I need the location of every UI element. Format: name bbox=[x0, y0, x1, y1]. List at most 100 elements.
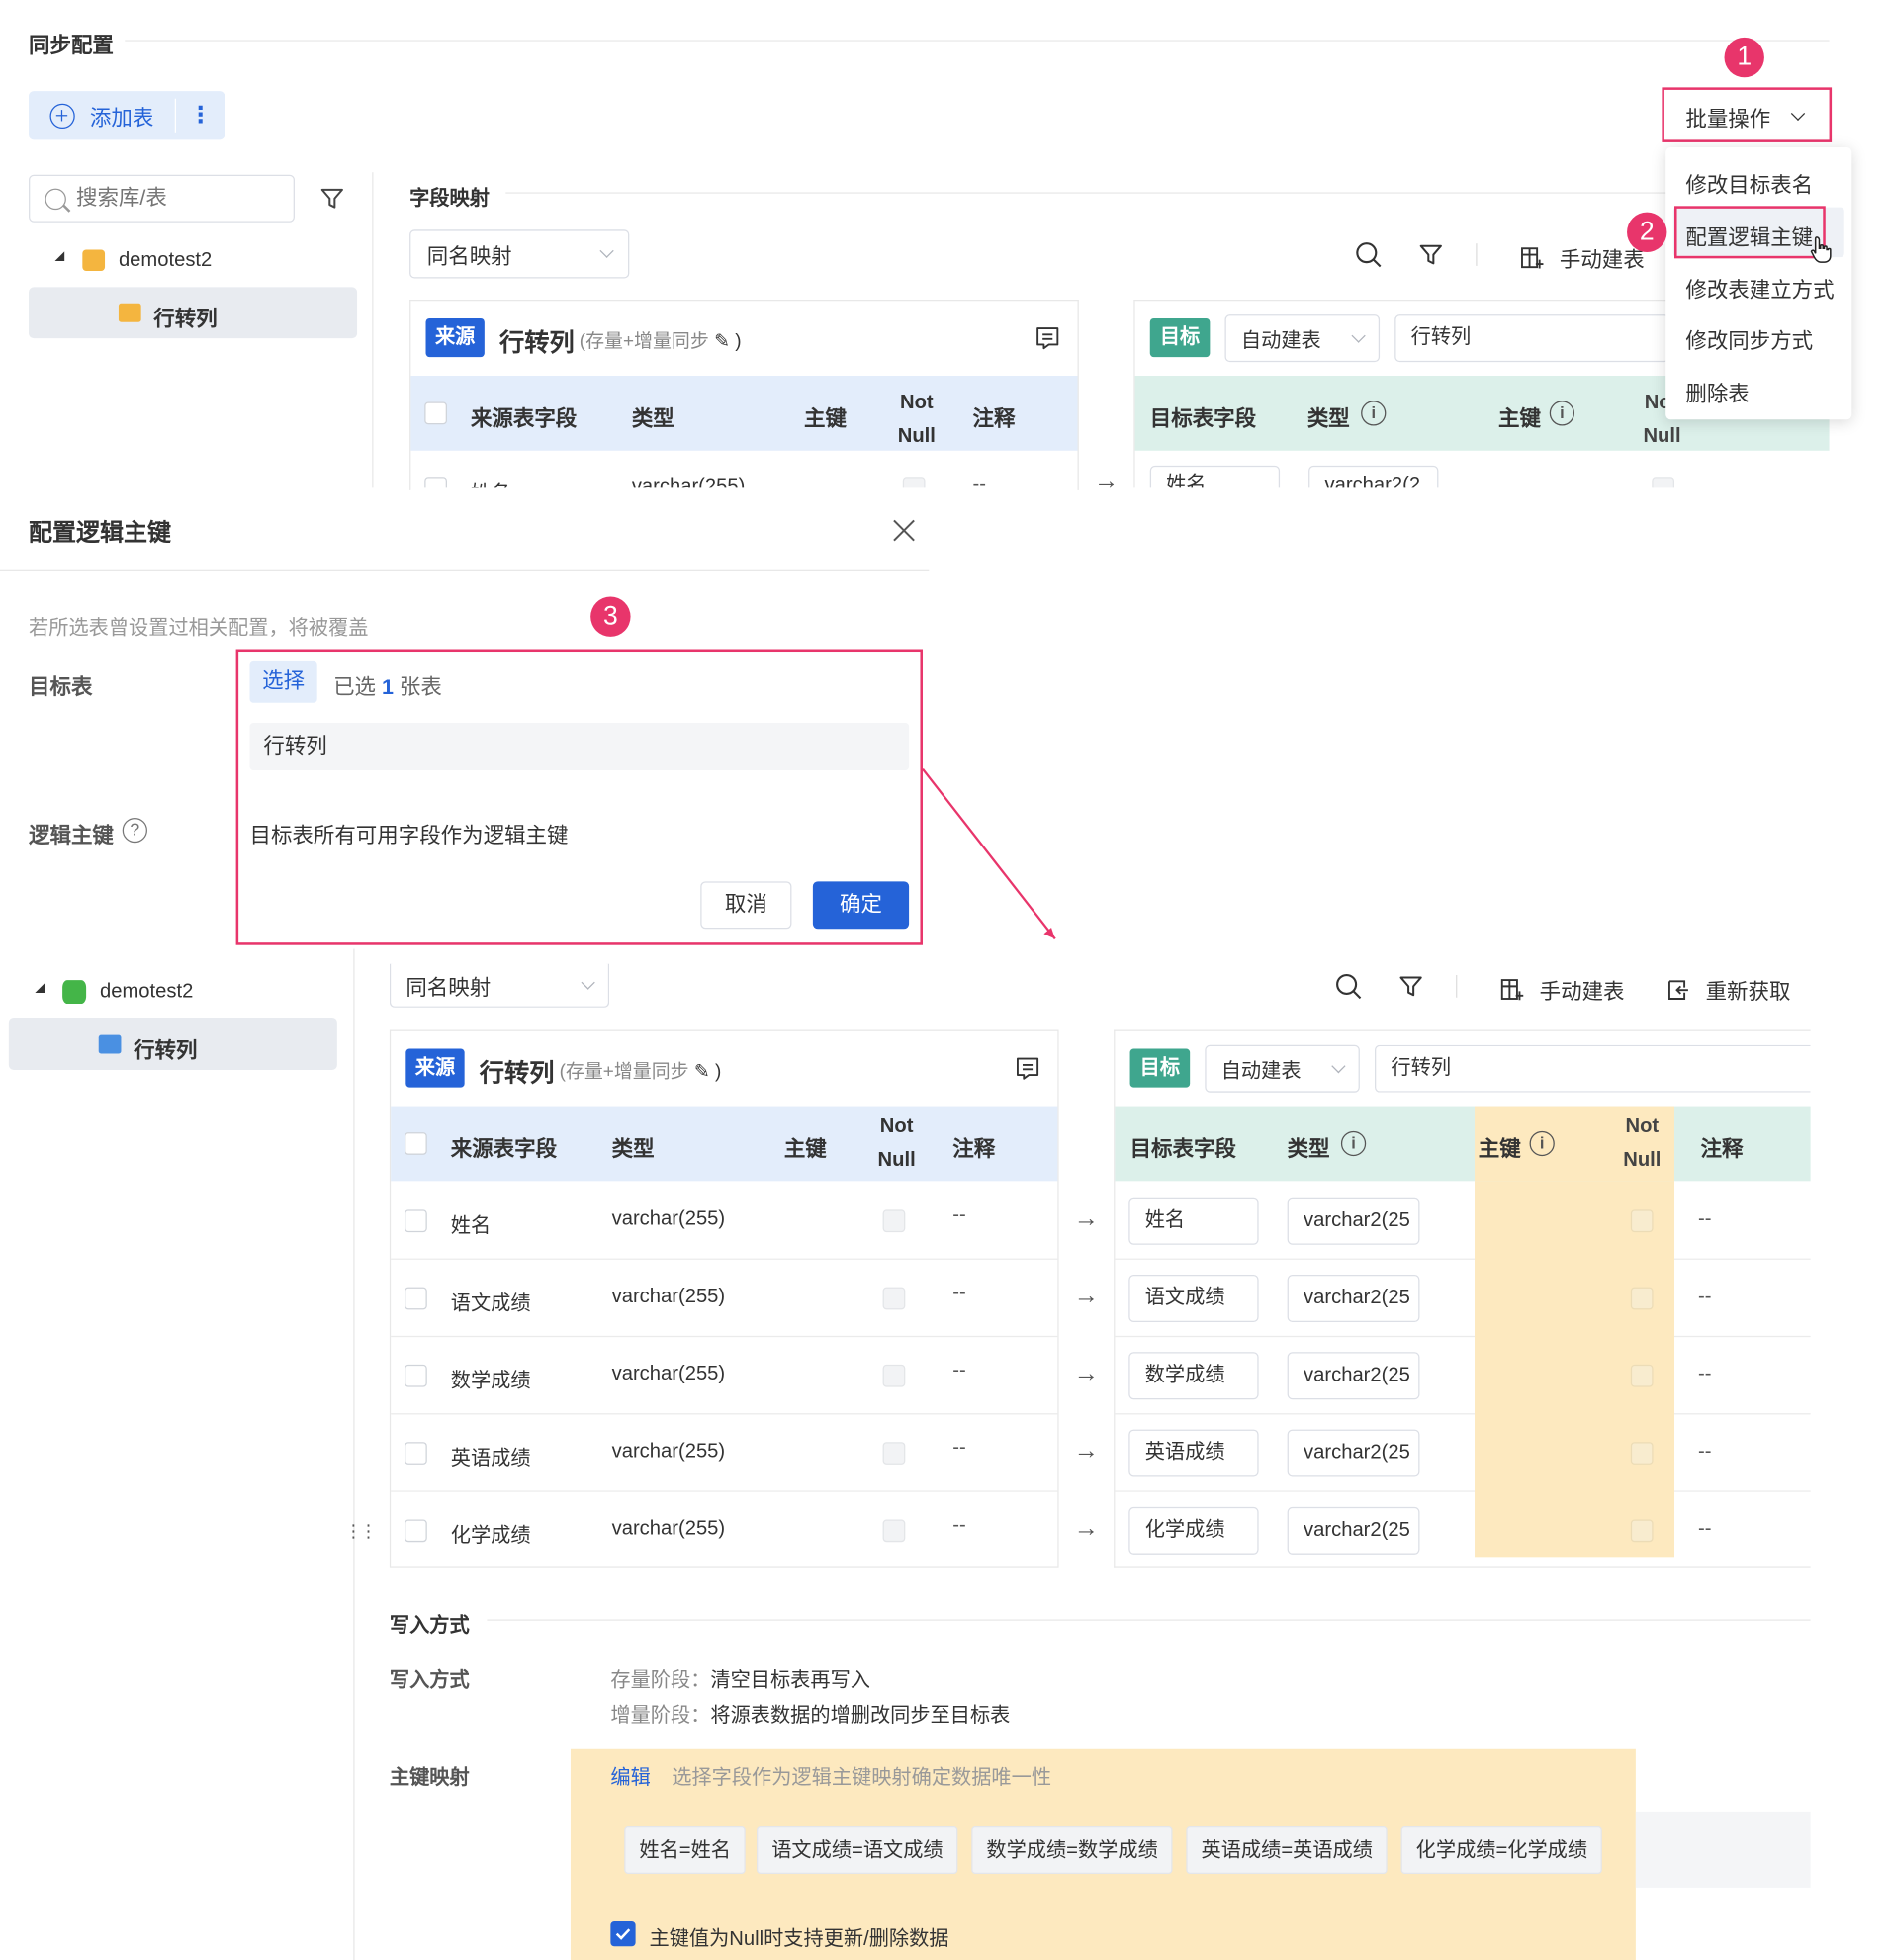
filter-icon[interactable] bbox=[1418, 242, 1443, 274]
row-target-field[interactable]: 英语成绩 bbox=[1128, 1429, 1259, 1477]
pane-divider bbox=[372, 172, 374, 488]
partial-target-type[interactable]: varchar2(2 bbox=[1308, 465, 1439, 488]
callout-2: 2 bbox=[1627, 212, 1667, 253]
row-source-field: 化学成绩 bbox=[450, 1525, 531, 1548]
arrow-right-icon: → bbox=[1073, 1359, 1099, 1387]
refetch-button[interactable]: 重新获取 bbox=[1665, 974, 1790, 1006]
row-target-notnull bbox=[1630, 1364, 1654, 1387]
close-icon[interactable] bbox=[890, 517, 918, 551]
row-source-field: 英语成绩 bbox=[450, 1448, 531, 1470]
comment-icon[interactable] bbox=[1035, 326, 1060, 358]
tree-db-label[interactable]: demotest2 bbox=[119, 250, 212, 273]
build-mode-value-2: 自动建表 bbox=[1220, 1061, 1302, 1083]
row-checkbox[interactable] bbox=[405, 1209, 427, 1233]
menu-item-delete-table[interactable]: 删除表 bbox=[1685, 376, 1749, 407]
table-build-icon bbox=[1500, 978, 1524, 1000]
arrow-right-icon: → bbox=[1073, 1204, 1099, 1233]
tree-db-label-2[interactable]: demotest2 bbox=[100, 981, 193, 1004]
tree-collapse-icon[interactable]: ◢ bbox=[55, 250, 65, 264]
target-table-input-2[interactable]: 行转列 bbox=[1375, 1044, 1811, 1093]
info-icon[interactable]: i bbox=[1549, 401, 1575, 426]
row-target-field[interactable]: 姓名 bbox=[1128, 1197, 1259, 1245]
row-target-field[interactable]: 化学成绩 bbox=[1128, 1506, 1259, 1555]
comment-icon[interactable] bbox=[1015, 1056, 1039, 1088]
row-checkbox[interactable] bbox=[405, 1519, 427, 1543]
target-table-header-2: 目标表字段 类型 i 主键 i Not Null 注释 bbox=[1115, 1106, 1811, 1182]
pk-map-tag-bg-tail bbox=[1635, 1811, 1811, 1888]
tree-table-label: 行转列 bbox=[153, 307, 218, 331]
row-checkbox[interactable] bbox=[405, 1287, 427, 1310]
select-all-checkbox[interactable] bbox=[424, 401, 447, 425]
row-notnull-checkbox bbox=[882, 1442, 906, 1465]
row-target-type[interactable]: varchar2(25 bbox=[1287, 1506, 1420, 1555]
row-source-field: 数学成绩 bbox=[450, 1371, 531, 1392]
manual-build-label: 手动建表 bbox=[1559, 248, 1645, 273]
filter-icon[interactable] bbox=[319, 186, 344, 218]
callout-box-2 bbox=[1674, 206, 1826, 259]
null-update-checkbox[interactable] bbox=[610, 1920, 636, 1947]
add-table-button[interactable]: 添加表 bbox=[29, 91, 175, 139]
row-checkbox[interactable] bbox=[405, 1364, 427, 1387]
mapping-mode-select[interactable]: 同名映射 bbox=[409, 229, 630, 279]
build-mode-select-2[interactable]: 自动建表 bbox=[1205, 1044, 1360, 1093]
drag-handle-icon[interactable]: ⋮⋮ bbox=[344, 1521, 377, 1542]
row-target-notnull bbox=[1630, 1442, 1654, 1465]
col-comment: 注释 bbox=[972, 406, 1016, 431]
menu-item-build-mode[interactable]: 修改表建立方式 bbox=[1685, 272, 1834, 304]
search-icon[interactable] bbox=[1355, 241, 1383, 275]
pk-map-tag: 英语成绩=英语成绩 bbox=[1186, 1826, 1389, 1875]
info-icon[interactable]: i bbox=[1529, 1130, 1555, 1157]
arrow-right-icon: → bbox=[1073, 1437, 1099, 1465]
row-source-field: 语文成绩 bbox=[450, 1292, 531, 1315]
pk-map-tag: 姓名=姓名 bbox=[624, 1826, 747, 1875]
edit-pen-icon[interactable]: ✎ bbox=[694, 1061, 710, 1082]
source-badge: 来源 bbox=[425, 317, 485, 358]
row-checkbox[interactable] bbox=[405, 1442, 427, 1465]
info-icon[interactable]: i bbox=[1340, 1130, 1367, 1157]
row-target-field[interactable]: 数学成绩 bbox=[1128, 1352, 1259, 1400]
incr-stage: 增量阶段：将源表数据的增删改同步至目标表 bbox=[610, 1705, 1011, 1728]
menu-item-sync-mode[interactable]: 修改同步方式 bbox=[1685, 323, 1813, 355]
more-vertical-icon[interactable]: ⋮ bbox=[176, 91, 225, 139]
col-pk: 主键 bbox=[804, 406, 847, 431]
target-table-input[interactable]: 行转列 bbox=[1394, 314, 1669, 363]
section-divider bbox=[125, 40, 1830, 42]
mapping-mode-select-2[interactable]: 同名映射 bbox=[389, 963, 610, 1008]
partial-source-row: 姓名 varchar(255) -- bbox=[410, 452, 1077, 488]
source-sync-note-2: (存量+增量同步 ✎ ) bbox=[559, 1061, 722, 1083]
table-row: 数学成绩 varchar(255) -- → 数学成绩 varchar2(25 … bbox=[391, 1337, 1810, 1414]
dialog-warning: 若所选表曾设置过相关配置，将被覆盖 bbox=[29, 617, 369, 640]
row-target-notnull bbox=[1630, 1209, 1654, 1233]
section-title: 同步配置 bbox=[29, 34, 114, 58]
toolbar-divider bbox=[1456, 975, 1458, 998]
pk-map-edit-link[interactable]: 编辑 bbox=[610, 1760, 650, 1790]
search-box[interactable] bbox=[29, 174, 295, 223]
row-target-type[interactable]: varchar2(25 bbox=[1287, 1275, 1420, 1322]
row-target-type[interactable]: varchar2(25 bbox=[1287, 1352, 1420, 1400]
row-target-type[interactable]: varchar2(25 bbox=[1287, 1197, 1420, 1245]
search-icon[interactable] bbox=[1335, 972, 1363, 1006]
row-source-type: varchar(255) bbox=[611, 1286, 726, 1307]
row-target-type[interactable]: varchar2(25 bbox=[1287, 1429, 1420, 1477]
manual-build-button[interactable]: 手动建表 bbox=[1519, 242, 1645, 274]
info-icon[interactable]: i bbox=[1361, 401, 1387, 426]
col-target-type: 类型 bbox=[1306, 406, 1350, 431]
help-icon[interactable]: ? bbox=[122, 817, 147, 844]
search-input[interactable] bbox=[76, 186, 264, 212]
null-update-label: 主键值为Null时支持更新/删除数据 bbox=[649, 1928, 949, 1951]
row-target-comment: -- bbox=[1698, 1208, 1712, 1230]
build-mode-select[interactable]: 自动建表 bbox=[1224, 314, 1381, 363]
partial-target-field[interactable]: 姓名 bbox=[1149, 465, 1281, 488]
col-notnull-2: Not Null bbox=[877, 1115, 916, 1172]
menu-item-rename-target[interactable]: 修改目标表名 bbox=[1685, 167, 1813, 199]
col-type: 类型 bbox=[631, 406, 674, 431]
arrow-right-icon: → bbox=[1093, 472, 1120, 488]
row-source-type: varchar(255) bbox=[611, 1518, 726, 1540]
tree-collapse-icon[interactable]: ◢ bbox=[35, 981, 45, 995]
edit-pen-icon[interactable]: ✎ bbox=[714, 331, 730, 352]
target-badge-2: 目标 bbox=[1129, 1048, 1191, 1088]
select-all-checkbox[interactable] bbox=[405, 1132, 427, 1155]
filter-icon[interactable] bbox=[1398, 974, 1423, 1006]
row-target-field[interactable]: 语文成绩 bbox=[1128, 1275, 1259, 1322]
manual-build-button-2[interactable]: 手动建表 bbox=[1499, 974, 1625, 1006]
